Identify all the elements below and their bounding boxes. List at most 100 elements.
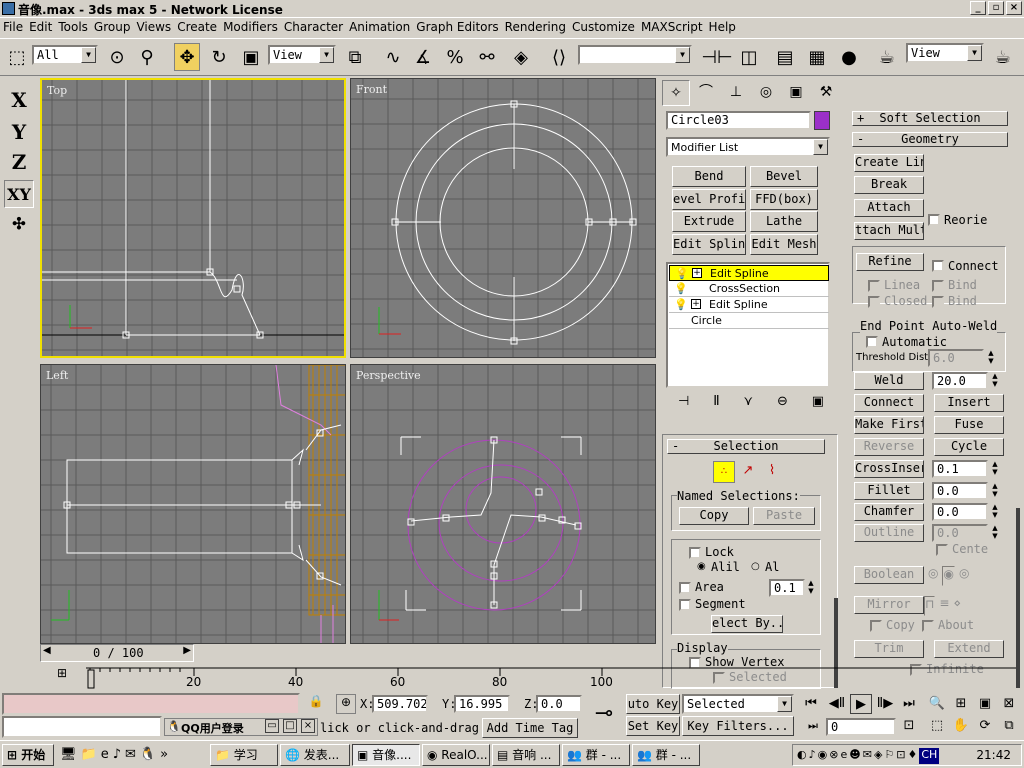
plus-icon[interactable]: + — [692, 268, 702, 278]
quick-render-icon[interactable]: ☕ — [990, 43, 1016, 71]
connect-button[interactable]: Connect — [854, 394, 924, 412]
schematic-icon[interactable]: ▦ — [804, 43, 830, 71]
right-rollout-scrollbar[interactable] — [1016, 508, 1020, 688]
trackbar-key-icon[interactable]: ⊞ — [52, 666, 72, 686]
selection-filter-dropdown[interactable]: All ▼ — [32, 45, 98, 65]
current-frame-input[interactable]: 0 — [826, 718, 896, 736]
qq-close-button[interactable]: × — [301, 719, 315, 733]
tray-icon-3[interactable]: ◉ — [818, 748, 828, 764]
tray-icon-2[interactable]: ♪ — [809, 748, 816, 764]
outline-input[interactable]: 0.0 — [932, 524, 988, 542]
axis-y-button[interactable]: Y — [4, 118, 34, 146]
subtract-icon[interactable]: ◉ — [942, 566, 955, 586]
tray-icon-8[interactable]: ◈ — [874, 748, 882, 764]
axis-x-button[interactable]: X — [4, 86, 34, 114]
center-checkbox[interactable] — [936, 544, 948, 556]
fillet-input[interactable]: 0.0 — [932, 482, 988, 500]
copy-selection-button[interactable]: Copy — [679, 507, 749, 525]
closed-checkbox[interactable] — [868, 296, 880, 308]
viewport-top-label[interactable]: Top — [47, 84, 67, 97]
tray-icon-10[interactable]: ⊡ — [896, 748, 905, 764]
paste-selection-button[interactable]: Paste — [753, 507, 815, 525]
start-button[interactable]: ⊞ 开始 — [2, 744, 54, 766]
x-coordinate-field[interactable]: 509.702 — [372, 695, 428, 713]
qq-minimize-button[interactable]: ▭ — [265, 719, 279, 733]
tray-icon-7[interactable]: ✉ — [863, 748, 872, 764]
chamfer-button[interactable]: Chamfer — [854, 503, 924, 521]
refine-button[interactable]: Refine — [856, 253, 924, 271]
create-line-button[interactable]: Create Line — [854, 154, 924, 172]
material-editor-icon[interactable]: ● — [836, 43, 862, 71]
menu-tools[interactable]: Tools — [55, 19, 91, 35]
bind-first-checkbox[interactable] — [932, 280, 944, 292]
geometry-rollout-header[interactable]: - Geometry — [852, 132, 1008, 147]
viewport-left-label[interactable]: Left — [46, 369, 68, 382]
angle-snap-icon[interactable]: ∡ — [410, 43, 436, 71]
z-coordinate-field[interactable]: 0.0 — [536, 695, 582, 713]
area-value-input[interactable]: 0.1 — [769, 579, 805, 597]
set-key-button[interactable]: Set Key — [626, 716, 680, 736]
segment-end-checkbox[interactable] — [679, 599, 691, 611]
radio-all[interactable]: ○ — [751, 561, 760, 572]
pin-stack-icon[interactable]: ⊣ — [678, 394, 689, 416]
reverse-button[interactable]: Reverse — [854, 438, 924, 456]
soft-selection-rollout-header[interactable]: + Soft Selection — [852, 111, 1008, 126]
menu-help[interactable]: Help — [706, 19, 739, 35]
time-config-icon[interactable]: ⊡ — [898, 716, 920, 736]
scale-icon[interactable]: ▣ — [238, 43, 264, 71]
viewport-perspective[interactable]: Perspective — [350, 364, 656, 644]
make-unique-icon[interactable]: ⋎ — [744, 394, 754, 416]
next-frame-icon[interactable]: Ⅱ▶ — [874, 694, 896, 714]
fillet-spinner[interactable]: ▲ ▼ — [990, 482, 1000, 500]
cycle-button[interactable]: Cycle — [934, 438, 1004, 456]
axis-z-button[interactable]: Z — [4, 148, 34, 176]
lathe-button[interactable]: Lathe — [750, 211, 818, 232]
time-slider[interactable]: ◀ 0 / 100 ▶ — [40, 644, 194, 662]
utilities-tab-icon[interactable]: ⚒ — [812, 80, 840, 106]
task-3dsmax[interactable]: ▣ 音像.... — [352, 744, 420, 766]
trackbar[interactable]: 20 40 60 80 100 — [86, 666, 1016, 690]
modify-tab-icon[interactable]: ⌒ — [692, 80, 720, 106]
pivot-icon[interactable]: ⧉ — [342, 43, 368, 71]
object-color-swatch[interactable] — [814, 111, 830, 130]
tray-icon-4[interactable]: ⊗ — [829, 748, 838, 764]
viewport-perspective-label[interactable]: Perspective — [356, 369, 421, 382]
desktop-icon[interactable]: 🖥 — [60, 747, 77, 765]
tray-icon-11[interactable]: ♦ — [908, 748, 918, 764]
zoom-all-icon[interactable]: ⊞ — [950, 694, 972, 714]
stack-item-circle[interactable]: Circle — [669, 313, 829, 329]
close-button[interactable]: × — [1006, 1, 1022, 15]
bulb-icon[interactable]: 💡 — [675, 266, 689, 281]
vertex-icon[interactable]: ∴ — [713, 461, 735, 483]
menu-views[interactable]: Views — [133, 19, 174, 35]
edit-spline-button[interactable]: Edit Spline — [672, 234, 746, 255]
time-prev-icon[interactable]: ◀ — [43, 645, 51, 656]
menu-rendering[interactable]: Rendering — [502, 19, 569, 35]
configure-sets-icon[interactable]: ▣ — [812, 394, 824, 416]
remove-modifier-icon[interactable]: ⊖ — [777, 394, 788, 416]
show-end-result-icon[interactable]: Ⅱ — [713, 394, 719, 416]
menu-file[interactable]: File — [0, 19, 26, 35]
viewport-top[interactable]: Top — [40, 78, 346, 358]
select-object-icon[interactable]: ⊙ — [104, 43, 130, 71]
threshold-spinner[interactable]: ▲ ▼ — [986, 349, 996, 367]
select-by-name-icon[interactable]: ⚲ — [134, 43, 160, 71]
menu-graph-editors[interactable]: Graph Editors — [413, 19, 501, 35]
menu-modifiers[interactable]: Modifiers — [220, 19, 281, 35]
reorient-checkbox[interactable] — [928, 214, 940, 226]
snap-icon[interactable]: ∿ — [380, 43, 406, 71]
outline-spinner[interactable]: ▲ ▼ — [990, 524, 1000, 542]
attach-button[interactable]: Attach — [854, 199, 924, 217]
tray-icon-6[interactable]: ☻ — [849, 748, 860, 764]
play-icon[interactable]: ▶ — [850, 694, 872, 714]
y-coordinate-field[interactable]: 16.995 — [454, 695, 510, 713]
align-icon[interactable]: ◫ — [736, 43, 762, 71]
weld-input[interactable]: 20.0 — [932, 372, 988, 390]
bend-button[interactable]: Bend — [672, 166, 746, 187]
about-pivot-checkbox[interactable] — [922, 620, 934, 632]
crossinsert-spinner[interactable]: ▲ ▼ — [990, 460, 1000, 478]
bind-last-checkbox[interactable] — [932, 296, 944, 308]
fillet-button[interactable]: Fillet — [854, 482, 924, 500]
absolute-mode-icon[interactable]: ⊕ — [336, 694, 356, 714]
segment-icon[interactable]: ↗ — [737, 461, 759, 483]
